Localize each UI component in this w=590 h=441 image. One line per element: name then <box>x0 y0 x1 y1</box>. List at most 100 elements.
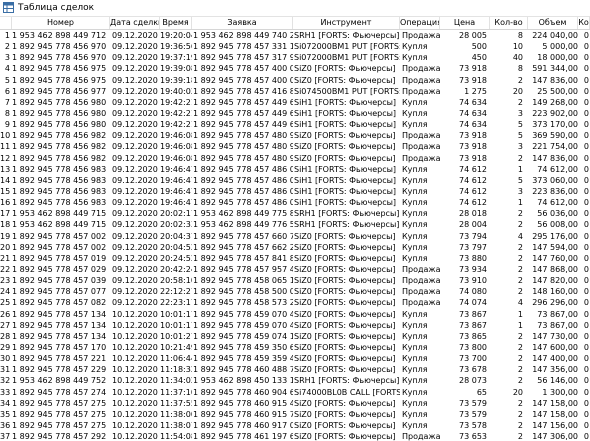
cell-index: 37 <box>0 432 10 441</box>
cell-time: 19:46:08 <box>160 131 192 141</box>
table-row[interactable]: 251 892 945 778 457 082 61909.12.202022:… <box>0 297 590 308</box>
cell-price: 65 <box>476 387 487 397</box>
cell-qty: 4 <box>517 298 523 308</box>
cell-price: 73 934 <box>459 264 487 274</box>
cell-price: 73 918 <box>459 142 487 152</box>
column-header-index[interactable] <box>0 17 12 29</box>
table-row[interactable]: 21 892 945 778 456 970 22709.12.202019:3… <box>0 41 590 52</box>
cell-volume: 224 040,00 <box>532 31 578 40</box>
cell-time: 11:38:00 <box>160 409 192 419</box>
table-row[interactable]: 11 953 462 898 449 712 75109.12.202019:2… <box>0 30 590 41</box>
cell-time: 22:12:27 <box>160 287 192 297</box>
column-header-extra[interactable]: Ко <box>578 17 590 29</box>
column-header-qty[interactable]: Кол-во <box>490 17 528 29</box>
cell-number: 1 892 945 778 457 170 065 <box>12 342 109 352</box>
table-row[interactable]: 101 892 945 778 456 982 70609.12.202019:… <box>0 130 590 141</box>
cell-number: 1 892 945 778 457 134 454 <box>12 309 109 319</box>
table-row[interactable]: 141 892 945 778 456 983 02709.12.202019:… <box>0 175 590 186</box>
column-header-price[interactable]: Цена <box>440 17 490 29</box>
cell-qty: 2 <box>517 354 523 364</box>
cell-extra: 0 <box>583 242 589 252</box>
cell-index: 24 <box>0 287 10 297</box>
cell-date: 09.12.2020 <box>112 276 158 286</box>
column-header-order[interactable]: Заявка <box>192 17 293 29</box>
column-header-time[interactable]: Время <box>160 17 192 29</box>
cell-extra: 0 <box>583 86 589 96</box>
table-row[interactable]: 231 892 945 778 457 039 64609.12.202020:… <box>0 275 590 286</box>
table-row[interactable]: 81 892 945 778 456 980 09409.12.202019:4… <box>0 108 590 119</box>
table-row[interactable]: 281 892 945 778 457 134 88410.12.202010:… <box>0 331 590 342</box>
cell-price: 73 867 <box>459 320 487 330</box>
cell-qty: 1 <box>517 198 523 208</box>
table-row[interactable]: 151 892 945 778 456 983 02809.12.202019:… <box>0 186 590 197</box>
table-row[interactable]: 131 892 945 778 456 983 02609.12.202019:… <box>0 164 590 175</box>
cell-operation: Купля <box>402 231 428 241</box>
cell-price: 74 074 <box>459 298 487 308</box>
table-row[interactable]: 61 892 945 778 456 977 43109.12.202019:4… <box>0 86 590 97</box>
table-row[interactable]: 31 892 945 778 456 970 74609.12.202019:3… <box>0 52 590 63</box>
table-row[interactable]: 351 892 945 778 457 275 32510.12.202011:… <box>0 409 590 420</box>
table-row[interactable]: 261 892 945 778 457 134 45410.12.202010:… <box>0 309 590 320</box>
table-row[interactable]: 371 892 945 778 457 292 23510.12.202011:… <box>0 431 590 441</box>
column-header-instrument[interactable]: Инструмент <box>293 17 400 29</box>
cell-order: 1 892 945 778 459 070 495 <box>193 320 293 330</box>
table-row[interactable]: 241 892 945 778 457 077 30209.12.202022:… <box>0 286 590 297</box>
cell-instrument: SiZ0 [FORTS: Фьючерсы] <box>294 253 396 263</box>
table-row[interactable]: 211 892 945 778 457 019 93609.12.202020:… <box>0 253 590 264</box>
cell-operation: Купля <box>402 186 428 196</box>
cell-index: 6 <box>4 86 10 96</box>
column-header-date[interactable]: Дата сделки <box>110 17 160 29</box>
title-bar: Таблица сделок <box>0 0 590 17</box>
cell-instrument: SiH1 [FORTS: Фьючерсы] <box>294 164 397 174</box>
cell-extra: 0 <box>583 209 589 219</box>
table-header: Номер Дата сделки Время Заявка Инструмен… <box>0 17 590 30</box>
cell-operation: Купля <box>402 376 428 386</box>
table-row[interactable]: 51 892 945 778 456 975 97409.12.202019:3… <box>0 75 590 86</box>
table-row[interactable]: 181 953 462 898 449 715 34409.12.202020:… <box>0 219 590 230</box>
cell-volume: 18 000,00 <box>537 53 578 63</box>
table-row[interactable]: 161 892 945 778 456 983 02909.12.202019:… <box>0 197 590 208</box>
cell-operation: Купля <box>402 354 428 364</box>
table-row[interactable]: 41 892 945 778 456 975 96809.12.202019:3… <box>0 63 590 74</box>
cell-extra: 0 <box>583 42 589 52</box>
cell-operation: Купля <box>402 120 428 130</box>
cell-extra: 0 <box>583 164 589 174</box>
table-row[interactable]: 271 892 945 778 457 134 45510.12.202010:… <box>0 320 590 331</box>
cell-price: 1 275 <box>464 86 487 96</box>
cell-volume: 147 836,00 <box>532 75 578 85</box>
cell-price: 28 004 <box>459 220 487 230</box>
cell-price: 28 073 <box>459 376 487 386</box>
cell-volume: 149 268,00 <box>532 97 578 107</box>
column-header-number[interactable]: Номер <box>12 17 110 29</box>
cell-operation: Купля <box>402 387 428 397</box>
cell-extra: 0 <box>583 376 589 386</box>
column-header-volume[interactable]: Объем <box>528 17 578 29</box>
table-row[interactable]: 301 892 945 778 457 221 55610.12.202011:… <box>0 353 590 364</box>
table-row[interactable]: 341 892 945 778 457 275 29710.12.202011:… <box>0 398 590 409</box>
cell-price: 73 678 <box>459 365 487 375</box>
cell-number: 1 953 462 898 449 712 751 <box>12 31 109 40</box>
table-row[interactable]: 201 892 945 778 457 002 91909.12.202020:… <box>0 242 590 253</box>
cell-index: 11 <box>0 142 10 152</box>
table-row[interactable]: 191 892 945 778 457 002 83709.12.202020:… <box>0 231 590 242</box>
table-row[interactable]: 331 892 945 778 457 274 48210.12.202011:… <box>0 387 590 398</box>
table-row[interactable]: 291 892 945 778 457 170 06510.12.202010:… <box>0 342 590 353</box>
cell-index: 16 <box>0 198 10 208</box>
table-row[interactable]: 321 953 462 898 449 752 11310.12.202011:… <box>0 375 590 386</box>
cell-price: 73 579 <box>459 398 487 408</box>
cell-price: 73 865 <box>459 331 487 341</box>
table-row[interactable]: 361 892 945 778 457 275 45110.12.202011:… <box>0 420 590 431</box>
cell-price: 73 800 <box>459 342 487 352</box>
table-row[interactable]: 311 892 945 778 457 229 16010.12.202011:… <box>0 364 590 375</box>
table-row[interactable]: 221 892 945 778 457 029 99409.12.202020:… <box>0 264 590 275</box>
table-row[interactable]: 171 953 462 898 449 715 16109.12.202020:… <box>0 208 590 219</box>
table-row[interactable]: 91 892 945 778 456 980 09509.12.202019:4… <box>0 119 590 130</box>
cell-qty: 2 <box>517 342 523 352</box>
table-row[interactable]: 121 892 945 778 456 982 70809.12.202019:… <box>0 153 590 164</box>
cell-instrument: SiH1 [FORTS: Фьючерсы] <box>294 97 397 107</box>
cell-date: 09.12.2020 <box>112 153 158 163</box>
cell-number: 1 892 945 778 456 982 706 <box>12 131 109 141</box>
table-row[interactable]: 111 892 945 778 456 982 70709.12.202019:… <box>0 141 590 152</box>
column-header-operation[interactable]: Операция <box>400 17 440 29</box>
table-row[interactable]: 71 892 945 778 456 980 09309.12.202019:4… <box>0 97 590 108</box>
